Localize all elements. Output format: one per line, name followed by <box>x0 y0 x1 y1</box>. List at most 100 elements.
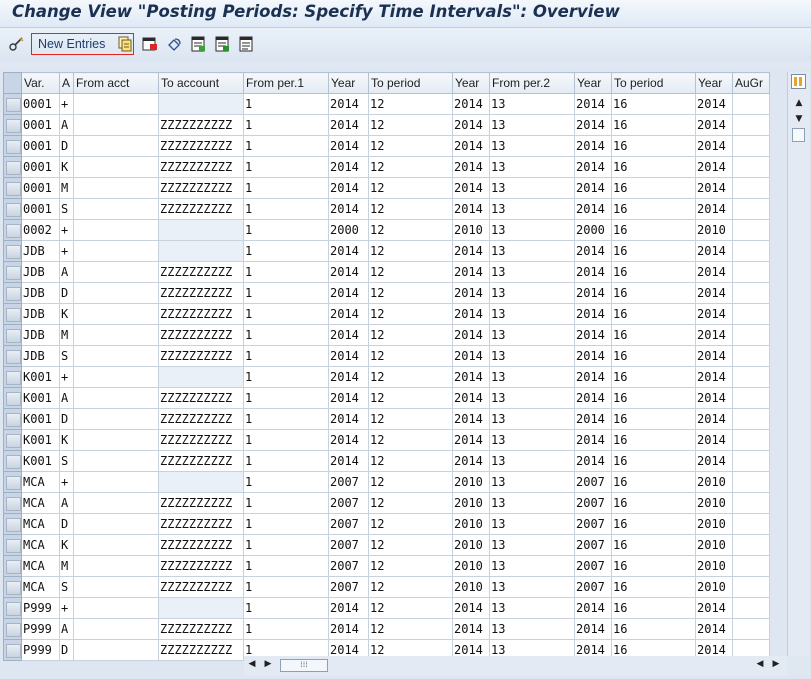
table-cell[interactable] <box>158 471 244 493</box>
table-cell[interactable]: 16 <box>611 366 696 388</box>
table-cell[interactable]: 13 <box>489 114 575 136</box>
column-header[interactable]: Year <box>452 72 490 94</box>
table-cell[interactable] <box>73 555 159 577</box>
select-all-icon[interactable] <box>190 36 206 52</box>
table-cell[interactable] <box>73 471 159 493</box>
table-cell[interactable]: 2014 <box>695 618 733 640</box>
table-cell[interactable]: 1 <box>243 450 329 472</box>
table-cell[interactable] <box>73 639 159 661</box>
undo-icon[interactable] <box>166 36 182 52</box>
table-cell[interactable] <box>732 429 770 451</box>
table-cell[interactable]: P999 <box>21 618 60 640</box>
row-selector[interactable] <box>3 429 22 451</box>
table-cell[interactable]: 16 <box>611 177 696 199</box>
row-selector[interactable] <box>3 597 22 619</box>
table-cell[interactable]: ZZZZZZZZZZ <box>158 156 244 178</box>
table-cell[interactable]: 13 <box>489 135 575 157</box>
table-cell[interactable]: ZZZZZZZZZZ <box>158 576 244 598</box>
table-cell[interactable]: M <box>59 324 74 346</box>
table-cell[interactable]: 2014 <box>328 366 369 388</box>
table-cell[interactable]: 12 <box>368 219 453 241</box>
table-cell[interactable]: 16 <box>611 408 696 430</box>
table-cell[interactable]: 1 <box>243 156 329 178</box>
row-selector[interactable] <box>3 492 22 514</box>
table-cell[interactable]: 1 <box>243 135 329 157</box>
table-settings-icon[interactable] <box>791 74 806 89</box>
row-selector[interactable] <box>3 387 22 409</box>
table-cell[interactable]: + <box>59 219 74 241</box>
table-cell[interactable]: 2010 <box>452 534 490 556</box>
table-cell[interactable]: ZZZZZZZZZZ <box>158 261 244 283</box>
row-selector[interactable] <box>3 345 22 367</box>
table-cell[interactable]: 2007 <box>574 534 612 556</box>
delete-icon[interactable] <box>142 36 158 52</box>
table-cell[interactable]: 13 <box>489 156 575 178</box>
table-cell[interactable] <box>732 219 770 241</box>
table-cell[interactable]: ZZZZZZZZZZ <box>158 114 244 136</box>
table-cell[interactable]: 2014 <box>328 114 369 136</box>
column-header[interactable]: Year <box>328 72 369 94</box>
table-cell[interactable]: 2014 <box>574 177 612 199</box>
table-cell[interactable] <box>73 387 159 409</box>
table-cell[interactable]: 1 <box>243 324 329 346</box>
table-cell[interactable]: A <box>59 618 74 640</box>
table-cell[interactable] <box>732 555 770 577</box>
row-selector[interactable] <box>3 135 22 157</box>
table-cell[interactable]: 12 <box>368 492 453 514</box>
scroll-left-icon[interactable]: ◀ <box>246 659 258 669</box>
table-cell[interactable]: 12 <box>368 345 453 367</box>
table-cell[interactable]: 2014 <box>328 618 369 640</box>
table-cell[interactable] <box>732 324 770 346</box>
row-selector[interactable] <box>3 555 22 577</box>
table-cell[interactable]: 2014 <box>328 429 369 451</box>
table-cell[interactable]: ZZZZZZZZZZ <box>158 639 244 661</box>
table-cell[interactable]: 12 <box>368 240 453 262</box>
table-cell[interactable]: ZZZZZZZZZZ <box>158 408 244 430</box>
table-cell[interactable]: 16 <box>611 345 696 367</box>
table-cell[interactable]: ZZZZZZZZZZ <box>158 555 244 577</box>
table-cell[interactable] <box>73 597 159 619</box>
table-cell[interactable]: 13 <box>489 597 575 619</box>
table-cell[interactable]: 2010 <box>695 219 733 241</box>
table-cell[interactable]: 2010 <box>695 555 733 577</box>
table-cell[interactable]: MCA <box>21 513 60 535</box>
table-cell[interactable]: MCA <box>21 534 60 556</box>
table-cell[interactable]: 2007 <box>328 513 369 535</box>
table-cell[interactable]: A <box>59 387 74 409</box>
table-cell[interactable]: K <box>59 156 74 178</box>
table-cell[interactable]: D <box>59 408 74 430</box>
table-cell[interactable]: 12 <box>368 177 453 199</box>
row-selector[interactable] <box>3 513 22 535</box>
table-cell[interactable] <box>158 240 244 262</box>
row-selector[interactable] <box>3 534 22 556</box>
table-cell[interactable]: 2014 <box>695 114 733 136</box>
table-cell[interactable] <box>73 135 159 157</box>
column-header[interactable]: From acct <box>73 72 159 94</box>
scroll-up-icon[interactable]: ▲ <box>793 97 805 109</box>
table-cell[interactable] <box>73 114 159 136</box>
table-cell[interactable] <box>73 177 159 199</box>
column-header[interactable]: Var. <box>21 72 60 94</box>
table-cell[interactable]: 16 <box>611 324 696 346</box>
table-cell[interactable]: 2007 <box>574 471 612 493</box>
table-cell[interactable]: 2014 <box>452 240 490 262</box>
table-cell[interactable]: 2014 <box>452 177 490 199</box>
table-cell[interactable]: 13 <box>489 450 575 472</box>
table-cell[interactable]: JDB <box>21 345 60 367</box>
table-cell[interactable]: K <box>59 534 74 556</box>
table-cell[interactable]: + <box>59 93 74 115</box>
table-cell[interactable] <box>73 303 159 325</box>
table-cell[interactable]: 12 <box>368 261 453 283</box>
table-cell[interactable]: P999 <box>21 597 60 619</box>
table-cell[interactable]: S <box>59 198 74 220</box>
select-block-icon[interactable] <box>214 36 230 52</box>
table-cell[interactable]: ZZZZZZZZZZ <box>158 492 244 514</box>
table-cell[interactable]: 16 <box>611 576 696 598</box>
table-cell[interactable]: 13 <box>489 303 575 325</box>
table-cell[interactable] <box>73 261 159 283</box>
table-cell[interactable]: 12 <box>368 198 453 220</box>
table-cell[interactable]: 1 <box>243 114 329 136</box>
table-cell[interactable]: D <box>59 135 74 157</box>
row-selector[interactable] <box>3 198 22 220</box>
row-selector[interactable] <box>3 282 22 304</box>
